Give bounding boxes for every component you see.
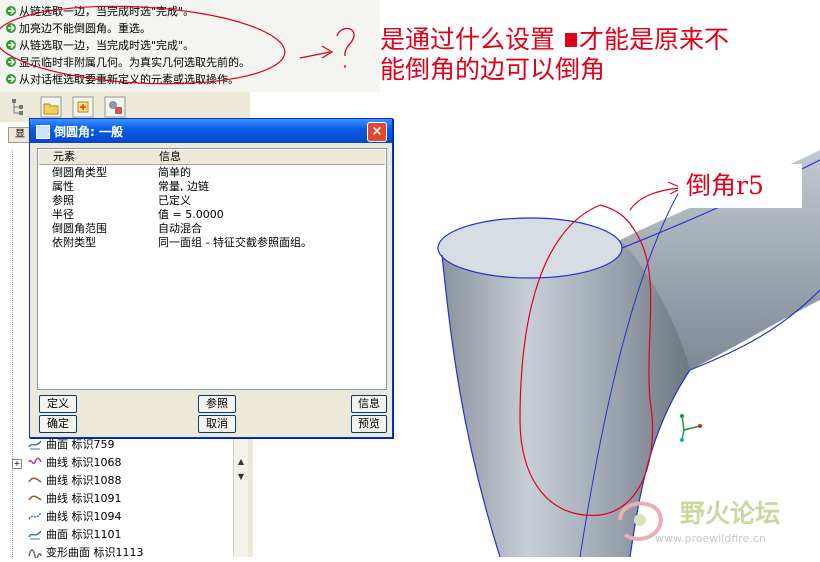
fillet-edge-highlight <box>519 204 654 516</box>
arrow-to-note-icon <box>629 181 684 211</box>
fillet-note: 倒角r5 <box>686 171 764 200</box>
arrow-to-question-icon <box>299 45 334 59</box>
watermark-url: www.proewildfire.cn <box>655 532 766 545</box>
question-annotation-line2: 能倒角的边可以倒角 <box>380 55 606 84</box>
message-highlight-ellipse <box>0 5 286 85</box>
question-mark-icon <box>336 27 355 68</box>
watermark-title: 野火论坛 <box>680 499 781 528</box>
cursor-marker-icon <box>564 33 577 47</box>
